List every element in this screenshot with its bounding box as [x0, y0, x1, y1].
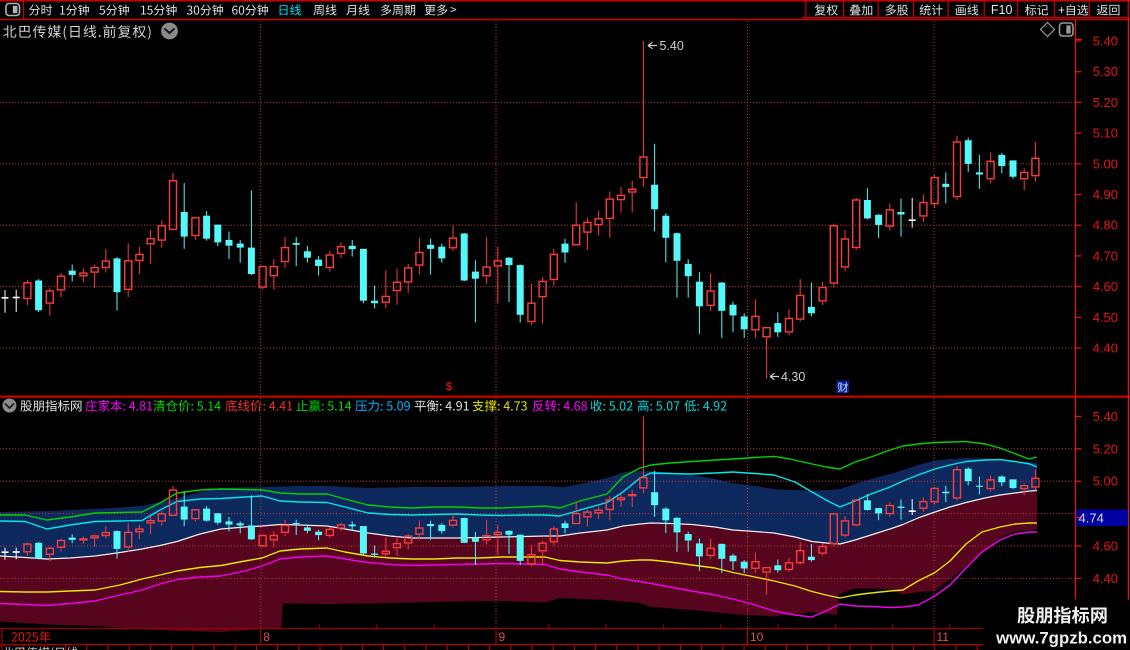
svg-text:4.30: 4.30 — [781, 370, 805, 384]
svg-text:5.40: 5.40 — [1093, 34, 1118, 49]
svg-text:5.00: 5.00 — [1093, 474, 1118, 489]
svg-text:F10: F10 — [991, 3, 1013, 17]
svg-text:8: 8 — [263, 630, 270, 644]
svg-text:4.90: 4.90 — [1093, 187, 1118, 202]
svg-text:4.50: 4.50 — [1093, 310, 1118, 325]
svg-text:5.10: 5.10 — [1093, 126, 1118, 141]
svg-text:4.70: 4.70 — [1093, 248, 1118, 263]
svg-text:$: $ — [446, 381, 452, 393]
svg-text:5.40: 5.40 — [1093, 409, 1118, 424]
svg-text:10: 10 — [750, 630, 764, 644]
svg-text:4.80: 4.80 — [1093, 218, 1118, 233]
svg-text:5.20: 5.20 — [1093, 441, 1118, 456]
svg-text:5.20: 5.20 — [1093, 95, 1118, 110]
svg-text:4.40: 4.40 — [1093, 571, 1118, 586]
svg-text:4.60: 4.60 — [1093, 539, 1118, 554]
svg-text:www.7gpzb.com: www.7gpzb.com — [995, 629, 1127, 648]
svg-text:4.40: 4.40 — [1093, 341, 1118, 356]
svg-text:5.40: 5.40 — [660, 39, 684, 53]
svg-text:11: 11 — [937, 630, 950, 644]
svg-text:4.74: 4.74 — [1079, 511, 1104, 526]
svg-text:4.60: 4.60 — [1093, 279, 1118, 294]
svg-text:9: 9 — [499, 630, 506, 644]
svg-text:5.30: 5.30 — [1093, 64, 1118, 79]
svg-text:5.00: 5.00 — [1093, 156, 1118, 171]
